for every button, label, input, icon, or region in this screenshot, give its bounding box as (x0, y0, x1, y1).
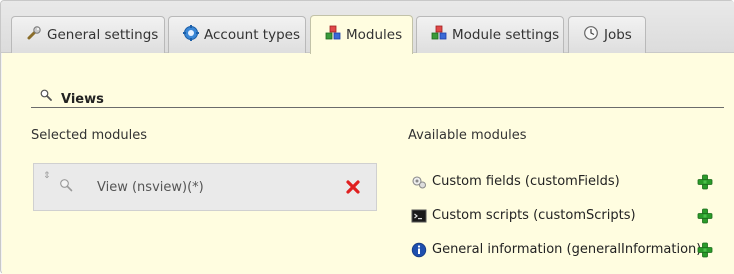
available-module-item: General information (generalInformation) (411, 240, 721, 260)
tab-label: Module settings (452, 27, 560, 43)
available-module-name: Custom fields (customFields) (432, 174, 620, 189)
search-icon (60, 179, 73, 192)
modules-icon (325, 25, 341, 40)
tab-jobs[interactable]: Jobs (568, 16, 646, 53)
tab-label: Jobs (604, 27, 632, 43)
tab-account-types[interactable]: Account types (168, 16, 306, 53)
info-icon (411, 242, 427, 258)
tab-modules[interactable]: Modules (310, 15, 413, 54)
tab-label: Modules (346, 27, 403, 43)
section-title: Views (61, 92, 104, 107)
custom-fields-icon (412, 176, 426, 189)
section-header: Views (31, 88, 724, 108)
search-icon (40, 89, 52, 101)
selected-module-name: View (nsview)(*) (97, 180, 204, 195)
add-icon[interactable] (697, 208, 713, 224)
tab-module-settings[interactable]: Module settings (416, 16, 564, 53)
available-module-name: Custom scripts (customScripts) (432, 208, 636, 223)
add-icon[interactable] (697, 174, 713, 190)
modules-content: Views Selected modules Available modules… (2, 53, 734, 274)
clock-icon (584, 26, 598, 40)
wrench-icon (27, 26, 41, 40)
selected-modules-label: Selected modules (31, 128, 147, 143)
tab-label: Account types (204, 27, 300, 43)
available-module-item: Custom scripts (customScripts) (411, 206, 721, 226)
selected-modules-list: ⇕ View (nsview)(*) (33, 163, 377, 211)
available-module-name: General information (generalInformation) (432, 242, 702, 257)
drag-handle-icon[interactable]: ⇕ (43, 172, 51, 181)
terminal-icon (411, 209, 427, 223)
modules-icon (431, 25, 447, 40)
available-modules-label: Available modules (408, 128, 527, 143)
settings-panel: General settings Account types Modules M… (0, 0, 734, 274)
add-icon[interactable] (697, 242, 713, 258)
remove-icon[interactable] (345, 179, 361, 195)
tab-bar: General settings Account types Modules M… (1, 1, 734, 54)
tab-label: General settings (47, 27, 159, 43)
available-module-item: Custom fields (customFields) (411, 172, 721, 192)
tab-general-settings[interactable]: General settings (11, 16, 165, 53)
gear-icon (183, 25, 199, 41)
